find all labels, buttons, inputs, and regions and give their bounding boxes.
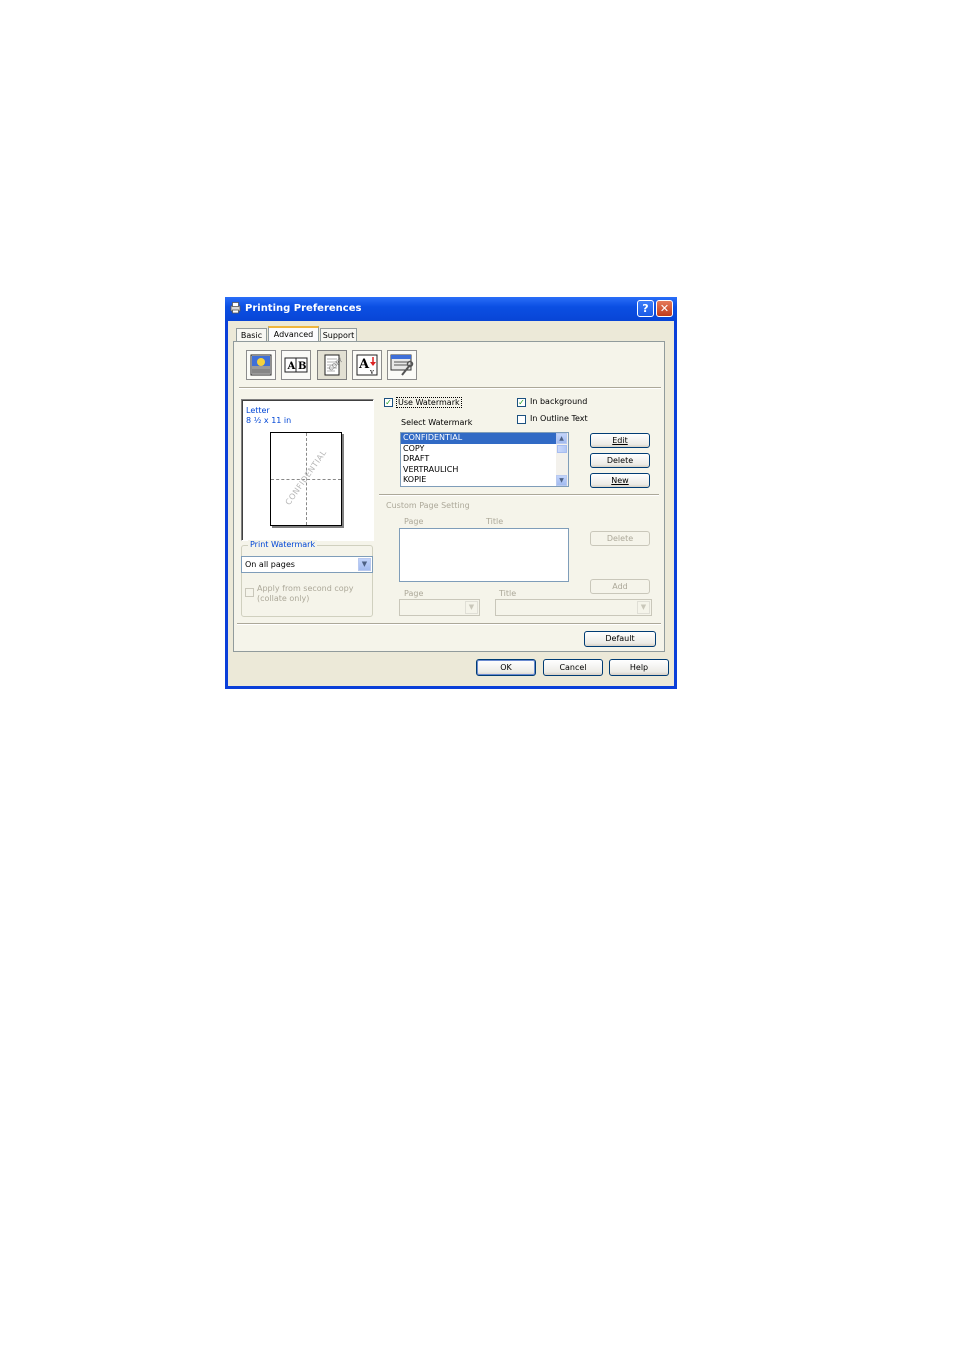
page-setting-button[interactable]: A v <box>352 350 382 380</box>
custom-title-label: Title <box>499 589 517 598</box>
custom-add-button[interactable]: Add <box>590 579 650 594</box>
duplex-button[interactable]: A B <box>281 350 311 380</box>
device-options-button[interactable] <box>387 350 417 380</box>
chevron-down-icon[interactable]: ▼ <box>465 601 478 614</box>
delete-watermark-button[interactable]: Delete <box>590 453 650 468</box>
paper-size: 8 ½ x 11 in <box>246 416 292 425</box>
chevron-down-icon[interactable]: ▼ <box>637 601 650 614</box>
window-title: Printing Preferences <box>245 303 362 314</box>
custom-page-label: Page <box>404 589 424 598</box>
advanced-tab-panel: A B COPY A v Letter 8 ½ x 11 in CONFIDEN… <box>233 341 665 652</box>
scroll-thumb[interactable] <box>557 445 567 453</box>
ok-button[interactable]: OK <box>476 659 536 676</box>
page-setting-icon: A v <box>356 354 378 376</box>
default-button[interactable]: Default <box>584 631 656 647</box>
list-item[interactable]: DRAFT <box>401 454 556 465</box>
apply-second-copy-label: Apply from second copy <box>257 584 354 593</box>
list-item[interactable]: VERTRAULICH <box>401 465 556 476</box>
print-watermark-selected: On all pages <box>245 560 295 569</box>
close-button[interactable]: ✕ <box>656 300 673 317</box>
svg-text:A: A <box>287 361 296 372</box>
printer-icon <box>230 302 241 314</box>
in-outline-text-checkbox[interactable] <box>517 415 526 424</box>
watermark-icon: COPY <box>324 354 345 376</box>
print-quality-button[interactable] <box>246 350 276 380</box>
device-options-icon <box>390 354 414 376</box>
apply-second-copy-label-note: (collate only) <box>257 594 310 603</box>
print-quality-icon <box>250 354 272 376</box>
print-watermark-label: Print Watermark <box>248 540 318 549</box>
chevron-down-icon[interactable]: ▼ <box>358 558 371 571</box>
edit-button-label: Edit <box>612 436 628 445</box>
list-item[interactable]: KOPIE <box>401 475 556 486</box>
new-button-label: New <box>611 476 629 485</box>
dialog-client-area: Basic Advanced Support A B COPY A v Lett… <box>228 321 674 686</box>
list-item[interactable]: CONFIDENTIAL <box>401 433 556 444</box>
new-button[interactable]: New <box>590 473 650 488</box>
help-button[interactable]: Help <box>609 659 669 676</box>
in-outline-text-label: In Outline Text <box>530 414 588 423</box>
watermark-list[interactable]: CONFIDENTIAL COPY DRAFT VERTRAULICH KOPI… <box>400 432 569 487</box>
custom-page-list[interactable] <box>399 528 569 582</box>
custom-delete-button[interactable]: Delete <box>590 531 650 546</box>
help-title-button[interactable]: ? <box>637 300 654 317</box>
preview-panel: Letter 8 ½ x 11 in CONFIDENTIAL <box>241 399 374 541</box>
scroll-down-icon[interactable]: ▼ <box>556 475 567 486</box>
in-background-label: In background <box>530 397 588 406</box>
use-watermark-checkbox[interactable]: ✓ <box>384 398 393 407</box>
toolbar-separator <box>239 387 661 389</box>
watermark-list-scrollbar[interactable]: ▲ ▼ <box>556 433 568 486</box>
tab-support[interactable]: Support <box>320 328 357 342</box>
title-bar[interactable]: Printing Preferences ? ✕ <box>225 297 677 321</box>
svg-text:A: A <box>358 357 370 372</box>
list-item[interactable]: COPY <box>401 444 556 455</box>
print-watermark-select[interactable]: On all pages ▼ <box>241 556 373 573</box>
watermark-button[interactable]: COPY <box>317 350 347 380</box>
tab-advanced[interactable]: Advanced <box>268 326 319 342</box>
custom-page-separator <box>379 494 659 496</box>
duplex-icon: A B <box>284 357 308 373</box>
edit-button[interactable]: Edit <box>590 433 650 448</box>
footer-separator <box>237 623 661 625</box>
use-watermark-label: Use Watermark <box>396 397 462 408</box>
svg-text:B: B <box>298 361 306 372</box>
delete-button-label: Delete <box>606 456 634 465</box>
custom-page-select[interactable]: ▼ <box>399 599 480 616</box>
scroll-up-icon[interactable]: ▲ <box>556 433 567 444</box>
custom-page-setting-label: Custom Page Setting <box>386 501 470 510</box>
svg-text:v: v <box>369 368 374 376</box>
preview-page: CONFIDENTIAL <box>270 432 342 526</box>
custom-page-title-header: Title <box>486 517 504 526</box>
watermark-list-items: CONFIDENTIAL COPY DRAFT VERTRAULICH KOPI… <box>401 433 556 486</box>
select-watermark-label: Select Watermark <box>401 418 473 427</box>
tab-basic[interactable]: Basic <box>236 328 267 342</box>
custom-page-page-header: Page <box>404 517 424 526</box>
in-background-checkbox[interactable]: ✓ <box>517 398 526 407</box>
apply-second-copy-checkbox[interactable] <box>245 588 254 597</box>
cancel-button[interactable]: Cancel <box>543 659 603 676</box>
printing-preferences-window: Printing Preferences ? ✕ Basic Advanced … <box>225 297 677 689</box>
custom-title-select[interactable]: ▼ <box>495 599 652 616</box>
paper-name: Letter <box>246 406 270 415</box>
